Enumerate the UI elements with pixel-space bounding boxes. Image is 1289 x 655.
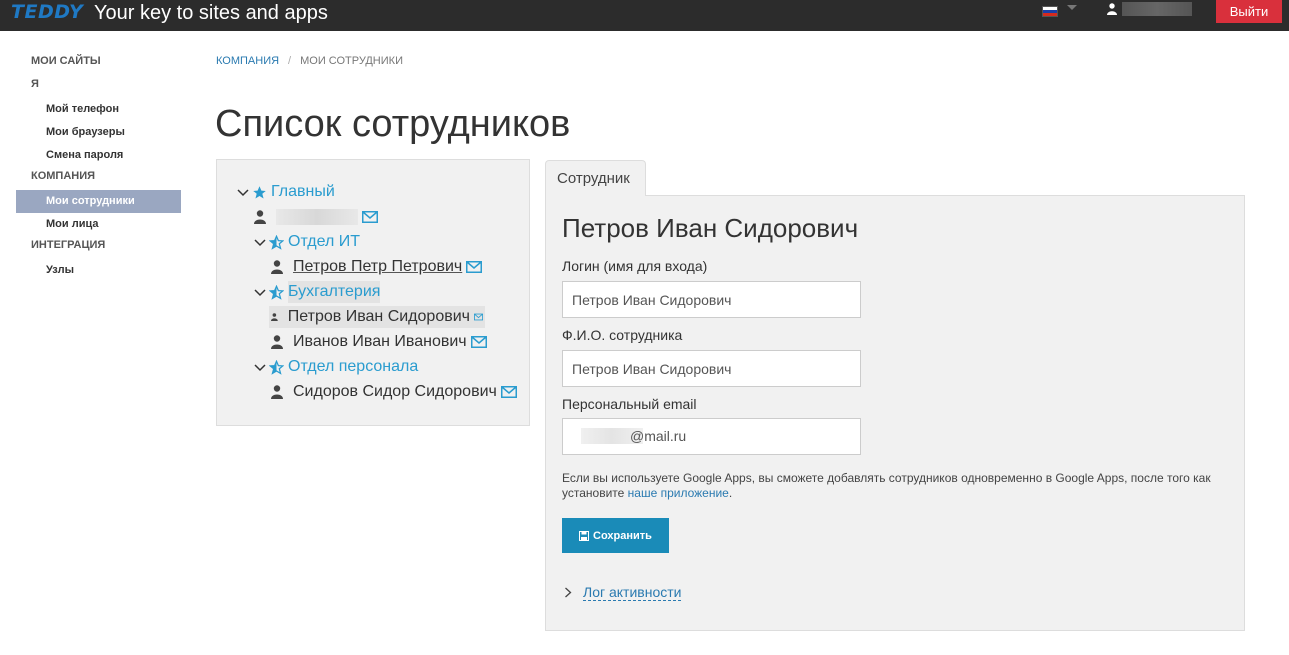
tab-employee[interactable]: Сотрудник — [545, 160, 646, 196]
employee-form-panel: Петров Иван Сидорович Логин (имя для вхо… — [545, 195, 1245, 631]
person-icon — [271, 335, 283, 349]
chevron-down-icon[interactable] — [254, 286, 266, 298]
tree-employee[interactable]: Петров Петр Петрович — [271, 256, 483, 278]
save-button-label: Сохранить — [593, 529, 652, 542]
activity-log-link[interactable]: Лог активности — [583, 584, 682, 601]
email-value: @mail.ru — [630, 428, 687, 444]
sidebar-section-me: Я — [31, 78, 39, 90]
chevron-down-icon[interactable] — [254, 236, 266, 248]
logo[interactable]: TEDDY — [11, 1, 83, 23]
chevron-down-icon[interactable] — [254, 361, 266, 373]
mail-icon[interactable] — [473, 311, 483, 323]
employee-label[interactable]: Иванов Иван Иванович — [293, 331, 467, 353]
star-half-icon — [269, 284, 284, 300]
tree-employee-redacted[interactable] — [254, 206, 378, 228]
sidebar-section-company: КОМПАНИЯ — [31, 170, 96, 182]
chevron-right-icon[interactable] — [564, 587, 572, 598]
login-label: Логин (имя для входа) — [562, 258, 708, 274]
sidebar-item-my-browsers[interactable]: Мои браузеры — [16, 121, 181, 144]
tagline: Your key to sites and apps — [94, 2, 328, 24]
sidebar-item-my-phone[interactable]: Мой телефон — [16, 98, 181, 121]
mail-icon[interactable] — [362, 211, 378, 223]
language-dropdown-caret-icon[interactable] — [1067, 5, 1077, 10]
employee-label[interactable]: Петров Иван Сидорович — [288, 306, 470, 328]
tree-employee[interactable]: Сидоров Сидор Сидорович — [271, 381, 517, 403]
top-bar: TEDDY Your key to sites and apps Выйти — [0, 0, 1289, 31]
mail-icon[interactable] — [500, 386, 517, 398]
person-icon — [271, 260, 283, 274]
star-icon — [253, 185, 266, 198]
department-label[interactable]: Отдел ИТ — [288, 231, 360, 253]
hint-end: . — [728, 486, 733, 500]
employee-tree: Главный Отдел ИТ Петров Петр Петрович Бу… — [216, 159, 530, 426]
tree-department[interactable]: Бухгалтерия — [254, 281, 381, 303]
employee-label[interactable]: Сидоров Сидор Сидорович — [293, 381, 497, 403]
chevron-down-icon[interactable] — [237, 186, 249, 198]
breadcrumb: КОМПАНИЯ / МОИ СОТРУДНИКИ — [216, 55, 403, 67]
sidebar-item-my-persons[interactable]: Мои лица — [16, 213, 181, 236]
activity-log-toggle[interactable]: Лог активности — [564, 584, 682, 601]
tree-root-label[interactable]: Главный — [271, 181, 335, 203]
email-input[interactable]: @mail.ru — [562, 418, 861, 455]
logout-button[interactable]: Выйти — [1216, 0, 1282, 23]
page-title: Список сотрудников — [215, 103, 571, 145]
sidebar-section-my-sites[interactable]: МОИ САЙТЫ — [16, 52, 181, 75]
sidebar-item-change-password[interactable]: Смена пароля — [16, 144, 181, 167]
star-half-icon — [269, 359, 284, 375]
sidebar: МОИ САЙТЫ Я Мой телефон Мои браузеры Сме… — [16, 52, 181, 282]
person-icon — [271, 313, 278, 321]
sidebar-item-nodes[interactable]: Узлы — [16, 259, 181, 282]
department-label[interactable]: Бухгалтерия — [288, 281, 381, 303]
mail-icon[interactable] — [466, 261, 483, 273]
floppy-disk-icon — [579, 530, 590, 541]
login-input[interactable] — [562, 281, 861, 318]
person-icon — [271, 385, 283, 399]
mail-icon[interactable] — [470, 336, 487, 348]
tree-employee[interactable]: Иванов Иван Иванович — [271, 331, 487, 353]
star-half-icon — [269, 234, 284, 250]
person-icon — [254, 210, 266, 224]
tree-department[interactable]: Отдел персонала — [254, 356, 418, 378]
sidebar-item-my-employees[interactable]: Мои сотрудники — [16, 190, 181, 213]
fio-input[interactable] — [562, 350, 861, 387]
breadcrumb-separator: / — [288, 55, 292, 67]
user-name-redacted[interactable] — [1122, 2, 1192, 16]
tree-department[interactable]: Отдел ИТ — [254, 231, 360, 253]
fio-label: Ф.И.О. сотрудника — [562, 327, 683, 343]
google-apps-hint: Если вы используете Google Apps, вы смож… — [562, 471, 1232, 501]
breadcrumb-company[interactable]: КОМПАНИЯ — [216, 55, 279, 67]
redacted-name — [276, 209, 358, 225]
employee-label[interactable]: Петров Петр Петрович — [293, 256, 462, 278]
email-label: Персональный email — [562, 396, 697, 412]
breadcrumb-current: МОИ СОТРУДНИКИ — [300, 55, 403, 67]
tree-root[interactable]: Главный — [237, 181, 335, 203]
department-label[interactable]: Отдел персонала — [288, 356, 418, 378]
employee-name-heading: Петров Иван Сидорович — [562, 213, 859, 243]
user-icon — [1107, 3, 1117, 15]
app-link[interactable]: наше приложение — [628, 486, 729, 500]
sidebar-section-integration: ИНТЕГРАЦИЯ — [31, 239, 106, 251]
language-flag-icon[interactable] — [1042, 6, 1058, 17]
tree-employee-selected[interactable]: Петров Иван Сидорович — [269, 306, 485, 328]
save-button[interactable]: Сохранить — [562, 518, 669, 553]
